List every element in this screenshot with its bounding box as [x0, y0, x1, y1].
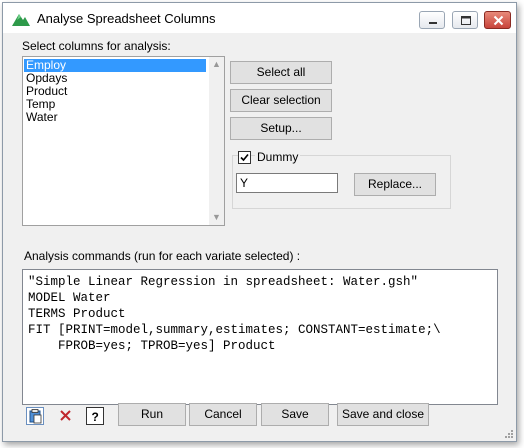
- close-button[interactable]: [484, 11, 511, 29]
- paste-button[interactable]: [26, 407, 44, 425]
- clear-selection-button[interactable]: Clear selection: [230, 89, 332, 112]
- resize-grip-icon[interactable]: [503, 428, 514, 439]
- checkmark-icon: [240, 153, 249, 162]
- window-title: Analyse Spreadsheet Columns: [37, 11, 216, 26]
- run-button[interactable]: Run: [118, 403, 186, 426]
- close-icon: [493, 15, 504, 26]
- save-button[interactable]: Save: [261, 403, 329, 426]
- minimize-button[interactable]: [419, 11, 445, 29]
- maximize-button[interactable]: [452, 11, 478, 29]
- save-and-close-button[interactable]: Save and close: [337, 403, 429, 426]
- replace-button[interactable]: Replace...: [354, 173, 436, 196]
- svg-text:?: ?: [92, 410, 99, 424]
- scroll-up-icon[interactable]: ▲: [209, 57, 224, 72]
- help-icon: ?: [92, 410, 99, 424]
- commands-label: Analysis commands (run for each variate …: [24, 249, 301, 263]
- help-button[interactable]: ?: [86, 407, 104, 425]
- select-all-button[interactable]: Select all: [230, 61, 332, 84]
- setup-button[interactable]: Setup...: [230, 117, 332, 140]
- dialog-window: Analyse Spreadsheet Columns Select colum…: [2, 2, 517, 442]
- list-item[interactable]: Water: [24, 111, 206, 124]
- clear-button[interactable]: [57, 407, 75, 425]
- list-scrollbar[interactable]: ▲ ▼: [209, 57, 224, 225]
- dummy-checkbox[interactable]: [238, 151, 251, 164]
- dummy-value-field[interactable]: [236, 173, 338, 193]
- dummy-label: Dummy: [255, 150, 301, 164]
- title-bar[interactable]: Analyse Spreadsheet Columns: [3, 3, 516, 33]
- commands-textarea[interactable]: "Simple Linear Regression in spreadsheet…: [22, 269, 498, 405]
- minimize-icon: [429, 22, 437, 24]
- cancel-button[interactable]: Cancel: [189, 403, 257, 426]
- app-triangle-icon: [12, 14, 30, 26]
- paste-icon: [29, 409, 42, 424]
- maximize-icon: [461, 16, 471, 25]
- commands-text: "Simple Linear Regression in spreadsheet…: [28, 275, 441, 353]
- scroll-down-icon[interactable]: ▼: [209, 210, 224, 225]
- clear-icon: [60, 410, 71, 421]
- columns-listbox[interactable]: Employ Opdays Product Temp Water ▲ ▼: [22, 56, 225, 226]
- columns-label: Select columns for analysis:: [22, 39, 171, 53]
